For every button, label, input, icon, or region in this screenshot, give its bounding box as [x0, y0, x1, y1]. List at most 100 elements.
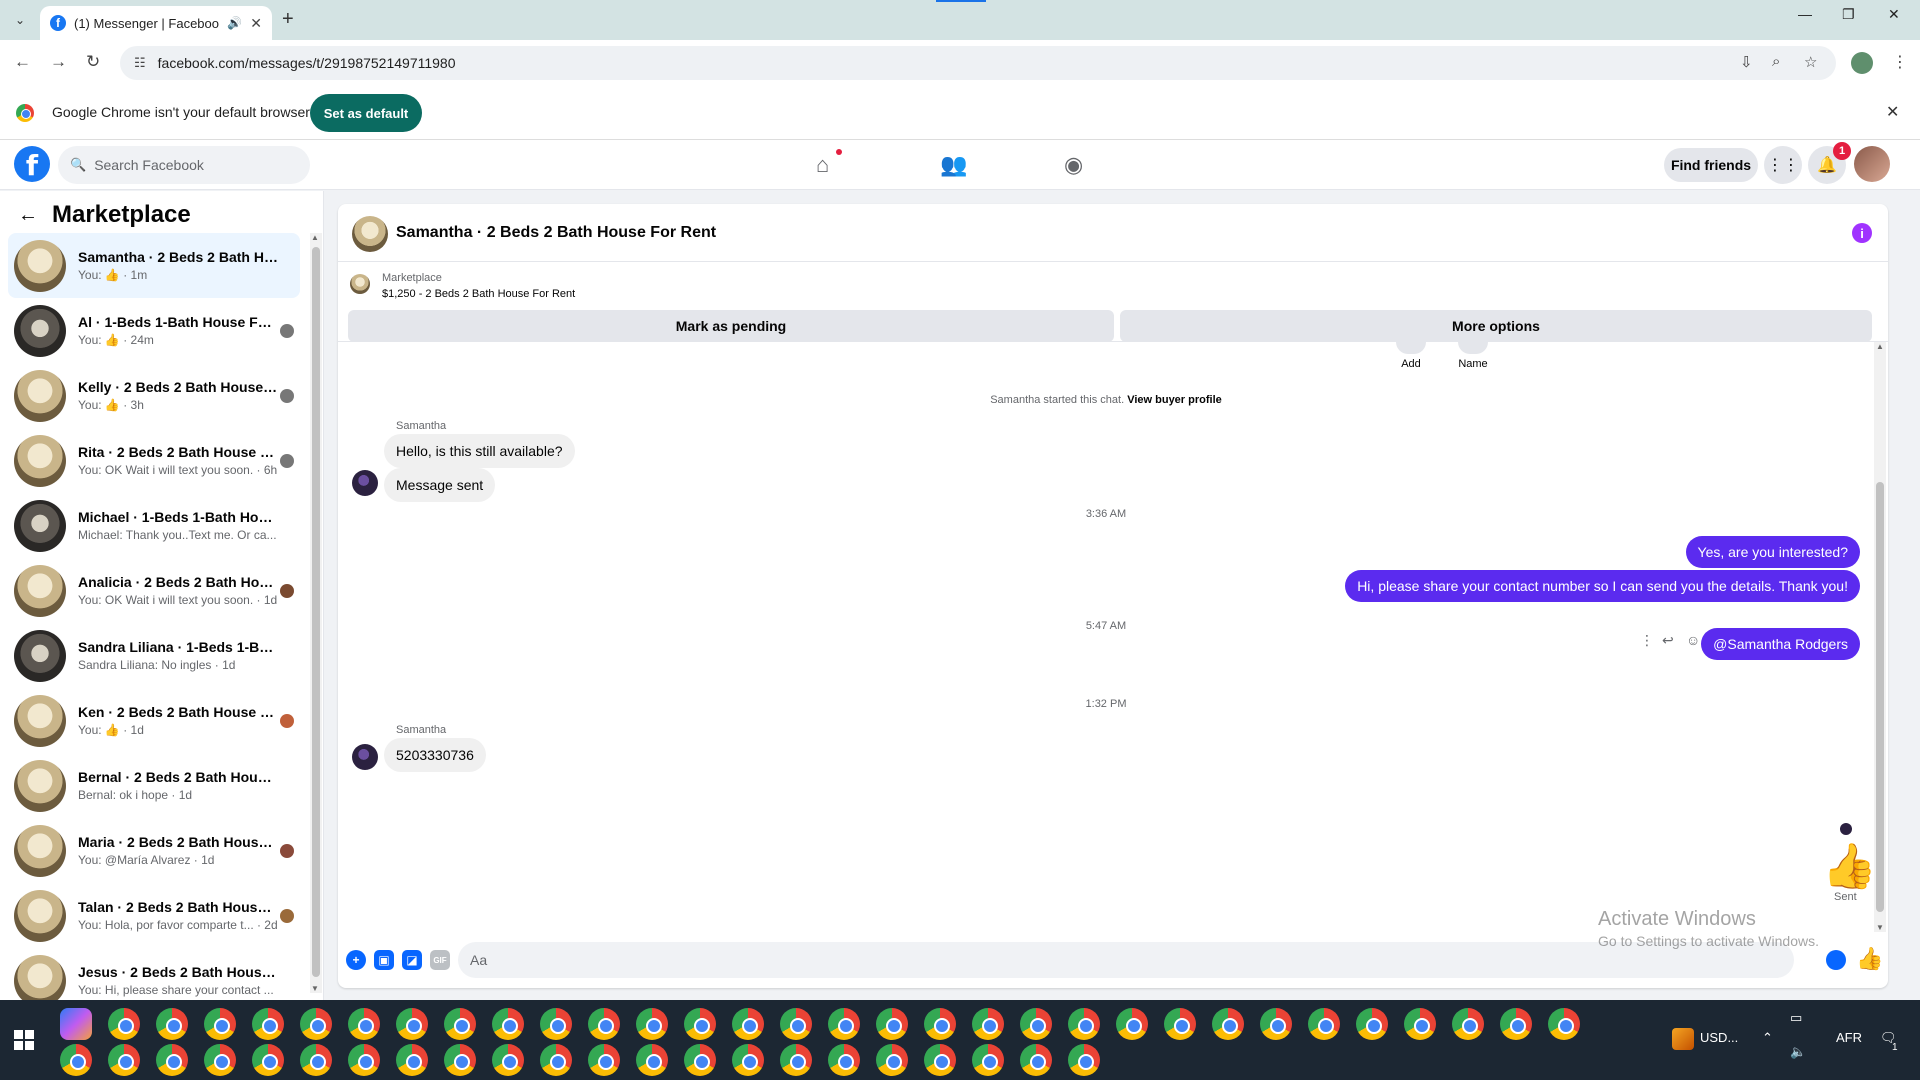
- listing-title[interactable]: $1,250 - 2 Beds 2 Bath House For Rent: [382, 288, 575, 300]
- site-info-icon[interactable]: ☷: [134, 55, 146, 71]
- chat-avatar[interactable]: [352, 216, 388, 252]
- chrome-icon[interactable]: [60, 1044, 92, 1076]
- scroll-down-icon[interactable]: ▼: [311, 984, 319, 993]
- scroll-thumb[interactable]: [312, 247, 320, 977]
- new-tab-icon[interactable]: +: [282, 8, 294, 31]
- minimize-icon[interactable]: —: [1798, 6, 1812, 22]
- windows-start-icon[interactable]: [14, 1030, 34, 1050]
- speaker-icon[interactable]: 🔊: [227, 16, 242, 30]
- gif-icon[interactable]: GIF: [430, 950, 450, 970]
- add-contact-pill[interactable]: Add: [1396, 342, 1426, 370]
- account-avatar[interactable]: [1854, 146, 1890, 182]
- currency-app-icon[interactable]: [1672, 1028, 1694, 1050]
- info-icon[interactable]: i: [1852, 223, 1872, 243]
- chrome-icon[interactable]: [876, 1044, 908, 1076]
- chrome-icon[interactable]: [492, 1008, 524, 1040]
- chrome-icon[interactable]: [972, 1008, 1004, 1040]
- outgoing-message[interactable]: Yes, are you interested?: [1685, 536, 1860, 568]
- chrome-icon[interactable]: [204, 1044, 236, 1076]
- chrome-icon[interactable]: [1020, 1044, 1052, 1076]
- outgoing-message[interactable]: Hi, please share your contact number so …: [1345, 570, 1860, 602]
- chrome-icon[interactable]: [300, 1044, 332, 1076]
- chrome-icon[interactable]: [780, 1008, 812, 1040]
- plus-actions-icon[interactable]: +: [346, 950, 366, 970]
- conversation-item[interactable]: Analicia · 2 Beds 2 Bath Hous... You: OK …: [8, 558, 300, 623]
- back-icon[interactable]: ←: [14, 52, 31, 72]
- chrome-icon[interactable]: [540, 1008, 572, 1040]
- sender-avatar[interactable]: [352, 744, 378, 770]
- incoming-message[interactable]: Hello, is this still available?: [384, 434, 575, 468]
- conversation-item[interactable]: Talan · 2 Beds 2 Bath House F... You: Hol…: [8, 883, 300, 948]
- chat-title[interactable]: Samantha · 2 Beds 2 Bath House For Rent: [396, 224, 716, 242]
- chrome-icon[interactable]: [156, 1008, 188, 1040]
- copilot-icon[interactable]: [60, 1008, 92, 1040]
- chrome-icon[interactable]: [108, 1008, 140, 1040]
- find-friends-button[interactable]: Find friends: [1664, 148, 1758, 182]
- forward-icon[interactable]: →: [50, 52, 67, 72]
- close-tab-icon[interactable]: ✕: [250, 15, 262, 32]
- facebook-logo-icon[interactable]: f: [14, 146, 50, 182]
- incoming-message[interactable]: Message sent: [384, 468, 496, 502]
- chrome-icon[interactable]: [1116, 1008, 1148, 1040]
- chrome-icon[interactable]: [684, 1008, 716, 1040]
- chrome-icon[interactable]: [588, 1044, 620, 1076]
- friends-icon[interactable]: 👥: [940, 152, 967, 178]
- chrome-icon[interactable]: [1404, 1008, 1436, 1040]
- chrome-icon[interactable]: [1164, 1008, 1196, 1040]
- scroll-up-icon[interactable]: ▲: [311, 233, 319, 242]
- infobar-close-icon[interactable]: ✕: [1886, 102, 1899, 122]
- conversation-item[interactable]: Al · 1-Beds 1-Bath House For ... You: 👍 ·…: [8, 298, 300, 363]
- set-as-default-button[interactable]: Set as default: [310, 94, 422, 132]
- chrome-icon[interactable]: [108, 1044, 140, 1076]
- chrome-icon[interactable]: [1308, 1008, 1340, 1040]
- sidebar-scrollbar[interactable]: ▲ ▼: [310, 233, 322, 993]
- conversation-item[interactable]: Sandra Liliana · 1-Beds 1-Bath H... Sandr…: [8, 623, 300, 688]
- chrome-icon[interactable]: [828, 1008, 860, 1040]
- close-window-icon[interactable]: ✕: [1888, 6, 1900, 23]
- conversation-item[interactable]: Maria · 2 Beds 2 Bath House ... You: @Mar…: [8, 818, 300, 883]
- chrome-icon[interactable]: [1020, 1008, 1052, 1040]
- scroll-up-icon[interactable]: ▲: [1876, 342, 1884, 351]
- chrome-icon[interactable]: [636, 1044, 668, 1076]
- chrome-icon[interactable]: [492, 1044, 524, 1076]
- tab-search-icon[interactable]: ⌄: [8, 8, 32, 32]
- attach-photo-icon[interactable]: ▣: [374, 950, 394, 970]
- chrome-icon[interactable]: [540, 1044, 572, 1076]
- chrome-icon[interactable]: [252, 1008, 284, 1040]
- language-indicator[interactable]: AFR: [1836, 1030, 1862, 1045]
- chrome-icon[interactable]: [732, 1044, 764, 1076]
- network-icon[interactable]: ▭: [1790, 1010, 1802, 1026]
- tray-chevron-icon[interactable]: ⌃: [1762, 1030, 1773, 1046]
- chrome-icon[interactable]: [1260, 1008, 1292, 1040]
- facebook-search[interactable]: 🔍 Search Facebook: [58, 146, 310, 184]
- scroll-down-icon[interactable]: ▼: [1876, 923, 1884, 932]
- chrome-icon[interactable]: [300, 1008, 332, 1040]
- react-emoji-icon[interactable]: ☺: [1686, 632, 1700, 648]
- emoji-icon[interactable]: [1826, 950, 1846, 970]
- chrome-icon[interactable]: [1068, 1008, 1100, 1040]
- chrome-icon[interactable]: [204, 1008, 236, 1040]
- chrome-icon[interactable]: [396, 1008, 428, 1040]
- chrome-icon[interactable]: [252, 1044, 284, 1076]
- chat-scrollbar[interactable]: ▲ ▼: [1874, 342, 1886, 932]
- conversation-item[interactable]: Rita · 2 Beds 2 Bath House Fo... You: OK …: [8, 428, 300, 493]
- zoom-icon[interactable]: ⌕: [1772, 53, 1780, 70]
- restore-icon[interactable]: ❐: [1842, 6, 1855, 23]
- view-buyer-profile-link[interactable]: View buyer profile: [1127, 394, 1222, 406]
- sticker-icon[interactable]: ◪: [402, 950, 422, 970]
- like-button-icon[interactable]: 👍: [1856, 946, 1883, 972]
- incoming-message[interactable]: 5203330736: [384, 738, 486, 772]
- conversation-item[interactable]: Michael · 1-Beds 1-Bath House F... Michae…: [8, 493, 300, 558]
- chrome-icon[interactable]: [1068, 1044, 1100, 1076]
- more-options-button[interactable]: More options: [1120, 310, 1872, 342]
- thumbs-up-sent-icon[interactable]: 👍: [1822, 840, 1877, 892]
- reload-icon[interactable]: ↻: [86, 52, 100, 72]
- chrome-icon[interactable]: [348, 1044, 380, 1076]
- chrome-icon[interactable]: [924, 1044, 956, 1076]
- chrome-icon[interactable]: [444, 1008, 476, 1040]
- chrome-icon[interactable]: [732, 1008, 764, 1040]
- chrome-icon[interactable]: [156, 1044, 188, 1076]
- chrome-icon[interactable]: [588, 1008, 620, 1040]
- chrome-icon[interactable]: [636, 1008, 668, 1040]
- chrome-icon[interactable]: [684, 1044, 716, 1076]
